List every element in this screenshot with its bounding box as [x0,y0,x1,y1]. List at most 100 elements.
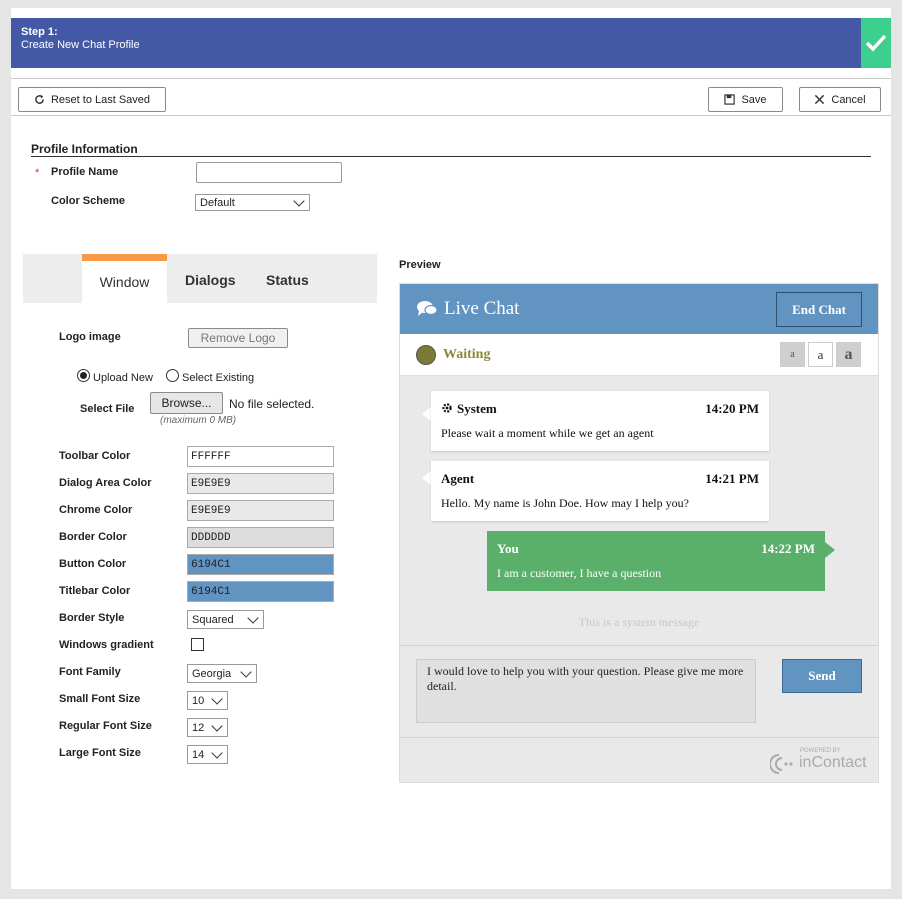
chevron-down-icon [293,194,305,207]
save-button[interactable]: Save [708,87,783,112]
checkmark-icon [865,34,887,52]
font-size-small-button[interactable]: a [780,342,805,367]
border-color-input[interactable]: DDDDDD [187,527,334,548]
no-file-text: No file selected. [229,397,315,411]
reset-label: Reset to Last Saved [50,93,151,106]
browse-button[interactable]: Browse... [150,392,223,414]
chevron-down-icon [211,692,223,705]
border-style-value: Squared [192,613,234,626]
section-title: Profile Information [31,142,138,156]
cancel-label: Cancel [831,93,866,106]
status-indicator [416,345,436,365]
agent-message-bubble: Agent 14:21 PM Hello. My name is John Do… [431,461,769,521]
regular-font-value: 12 [192,721,205,734]
tab-status[interactable]: Status [266,272,309,288]
dialog-area-color-input[interactable]: E9E9E9 [187,473,334,494]
regular-font-label: Regular Font Size [59,720,152,732]
chat-bubbles-icon [417,301,438,316]
section-divider [31,156,871,157]
upload-new-radio[interactable] [77,369,90,382]
font-family-select[interactable]: Georgia [187,664,257,683]
chevron-down-icon [211,746,223,759]
remove-logo-label: Remove Logo [200,331,276,345]
large-font-select[interactable]: 14 [187,745,228,764]
step-subtitle: Create New Chat Profile [21,39,140,51]
border-style-label: Border Style [59,612,125,624]
regular-font-select[interactable]: 12 [187,718,228,737]
upload-new-label: Upload New [93,372,153,384]
large-font-value: 14 [192,748,205,761]
color-scheme-select[interactable]: Default [195,194,310,211]
tab-dialogs[interactable]: Dialogs [185,272,236,288]
font-size-regular-button[interactable]: a [808,342,833,367]
chevron-down-icon [247,611,259,624]
font-family-label: Font Family [59,666,121,678]
profile-name-label: Profile Name [51,166,119,178]
small-font-select[interactable]: 10 [187,691,228,710]
floppy-icon [724,94,736,105]
dialog-area-color-label: Dialog Area Color [59,477,152,489]
chat-status-bar: Waiting [400,334,878,376]
gradient-checkbox[interactable] [191,638,204,651]
system-message: This is a system message [578,615,700,629]
border-style-select[interactable]: Squared [187,610,264,629]
browse-label: Browse... [161,396,212,410]
color-scheme-label: Color Scheme [51,195,125,207]
refresh-icon [35,94,44,104]
chrome-color-label: Chrome Color [59,504,133,516]
button-color-input[interactable]: 6194C1 [187,554,334,575]
message-time: 14:20 PM [705,401,759,416]
send-button[interactable]: Send [782,659,862,693]
bubble-tail [825,542,835,558]
system-message-bubble: System 14:20 PM Please wait a moment whi… [431,391,769,451]
tab-label: Window [99,274,150,290]
cancel-button[interactable]: Cancel [799,87,881,112]
titlebar-color-input[interactable]: 6194C1 [187,581,334,602]
chrome-color-input[interactable]: E9E9E9 [187,500,334,521]
reset-button[interactable]: Reset to Last Saved [18,87,166,112]
select-existing-label: Select Existing [182,372,255,384]
remove-logo-button[interactable]: Remove Logo [188,328,288,348]
chevron-down-icon [211,719,223,732]
max-size-note: (maximum 0 MB) [160,415,237,426]
chevron-down-icon [240,665,252,678]
message-sender: System [457,401,497,416]
incontact-logo-icon [770,754,793,774]
divider [400,737,878,738]
message-text: Hello. My name is John Doe. How may I he… [441,496,689,510]
preview-label: Preview [399,259,441,271]
font-family-value: Georgia [192,667,232,680]
brand-name: inContact [799,754,867,771]
gradient-label: Windows gradient [59,639,154,651]
toolbar-color-input[interactable]: FFFFFF [187,446,334,467]
large-font-label: Large Font Size [59,747,141,759]
message-sender: You [497,541,519,556]
step-complete-check [861,18,891,68]
chat-title: Live Chat [444,298,520,319]
profile-name-input[interactable] [196,162,342,183]
small-font-label: Small Font Size [59,693,141,705]
titlebar-color-label: Titlebar Color [59,585,131,597]
message-time: 14:22 PM [761,541,815,556]
chat-titlebar: Live Chat End Chat [400,284,878,334]
status-text: Waiting [443,347,491,362]
divider [11,78,891,79]
message-text: Please wait a moment while we get an age… [441,426,654,440]
small-font-value: 10 [192,694,205,707]
button-color-label: Button Color [59,558,127,570]
message-time: 14:21 PM [705,471,759,486]
required-marker: * [35,167,40,179]
customer-message-bubble: You 14:22 PM I am a customer, I have a q… [487,531,825,591]
message-sender: Agent [441,471,475,486]
chat-message-input[interactable]: I would love to help you with your quest… [416,659,756,723]
select-existing-radio[interactable] [166,369,179,382]
font-size-large-button[interactable]: a [836,342,861,367]
tab-window[interactable]: Window [82,254,167,303]
divider [11,115,891,116]
save-label: Save [741,93,767,106]
close-icon [815,94,825,105]
step-header: Step 1: Create New Chat Profile [11,18,891,68]
chat-preview: Live Chat End Chat Waiting a a a System … [399,283,879,783]
color-scheme-value: Default [200,196,235,209]
end-chat-button[interactable]: End Chat [776,292,862,327]
